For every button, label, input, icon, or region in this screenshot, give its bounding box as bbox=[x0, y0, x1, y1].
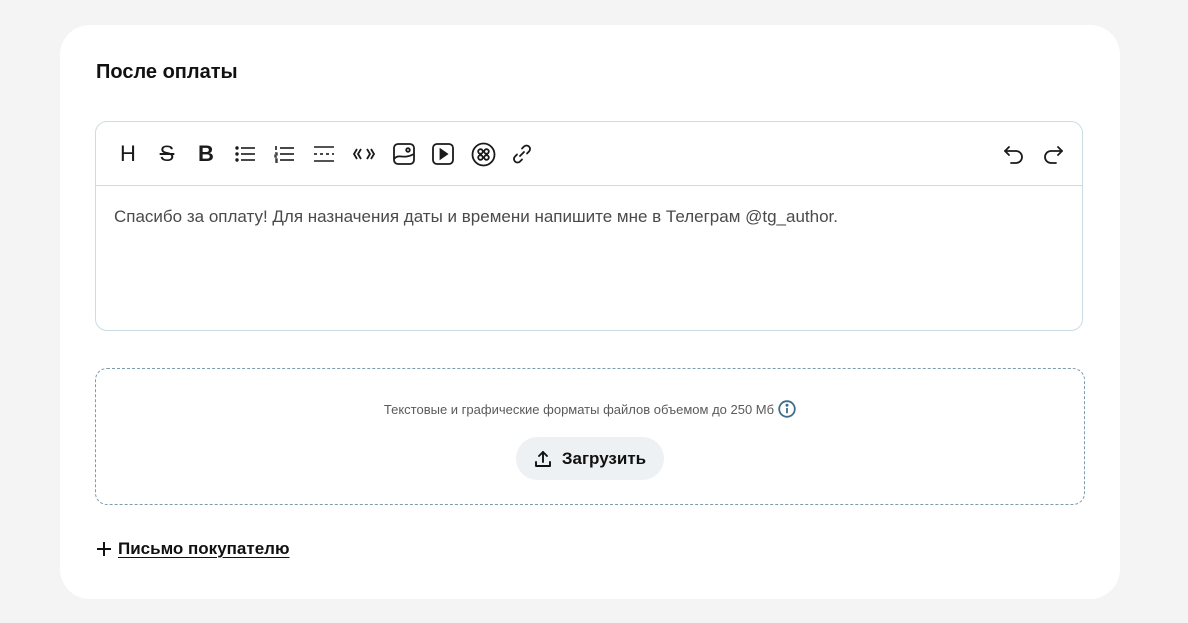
upload-label: Загрузить bbox=[561, 448, 647, 468]
bulleted-list-icon bbox=[235, 146, 255, 162]
link-button[interactable] bbox=[508, 140, 536, 168]
info-icon[interactable] bbox=[778, 400, 796, 418]
after-payment-card: После оплаты H S B Спасибо за оплату! Дл… bbox=[60, 25, 1120, 599]
dropzone-hint: Текстовые и графические форматы файлов о… bbox=[383, 401, 775, 417]
quote-icon bbox=[352, 148, 376, 160]
divider-button[interactable] bbox=[310, 140, 338, 168]
video-icon bbox=[432, 143, 454, 165]
redo-icon bbox=[1044, 146, 1063, 164]
redo-button[interactable] bbox=[1039, 140, 1067, 168]
divider-icon bbox=[314, 146, 334, 162]
undo-button[interactable] bbox=[1000, 140, 1028, 168]
section-title: После оплаты bbox=[96, 61, 238, 83]
add-buyer-letter-label: Письмо покупателю bbox=[118, 539, 290, 558]
heading-button[interactable]: H bbox=[114, 140, 142, 168]
embed-icon bbox=[471, 142, 495, 166]
quote-button[interactable] bbox=[350, 140, 378, 168]
editor-text-area[interactable]: Спасибо за оплату! Для назначения даты и… bbox=[114, 206, 1064, 228]
numbered-list-button[interactable] bbox=[271, 140, 299, 168]
link-icon bbox=[513, 144, 531, 164]
bulleted-list-button[interactable] bbox=[232, 140, 260, 168]
image-button[interactable] bbox=[390, 140, 418, 168]
strikethrough-icon: S bbox=[159, 141, 175, 166]
plus-icon bbox=[96, 541, 112, 557]
strikethrough-button[interactable]: S bbox=[153, 140, 181, 168]
numbered-list-icon bbox=[274, 146, 294, 163]
video-button[interactable] bbox=[429, 140, 457, 168]
bold-button[interactable]: B bbox=[192, 140, 220, 168]
image-icon bbox=[393, 143, 415, 165]
heading-icon: H bbox=[120, 141, 136, 166]
file-dropzone[interactable]: Текстовые и графические форматы файлов о… bbox=[95, 368, 1085, 505]
embed-button[interactable] bbox=[469, 140, 497, 168]
add-buyer-letter-link[interactable]: Письмо покупателю bbox=[96, 539, 289, 559]
upload-icon bbox=[534, 450, 552, 468]
rich-text-editor: H S B Спасибо за оплату! Для назначения … bbox=[95, 121, 1083, 331]
undo-icon bbox=[1004, 146, 1023, 164]
bold-icon: B bbox=[198, 141, 214, 166]
editor-toolbar: H S B bbox=[96, 122, 1082, 186]
upload-button[interactable]: Загрузить bbox=[516, 437, 664, 480]
dropzone-hint-row: Текстовые и графические форматы файлов о… bbox=[96, 400, 1084, 418]
